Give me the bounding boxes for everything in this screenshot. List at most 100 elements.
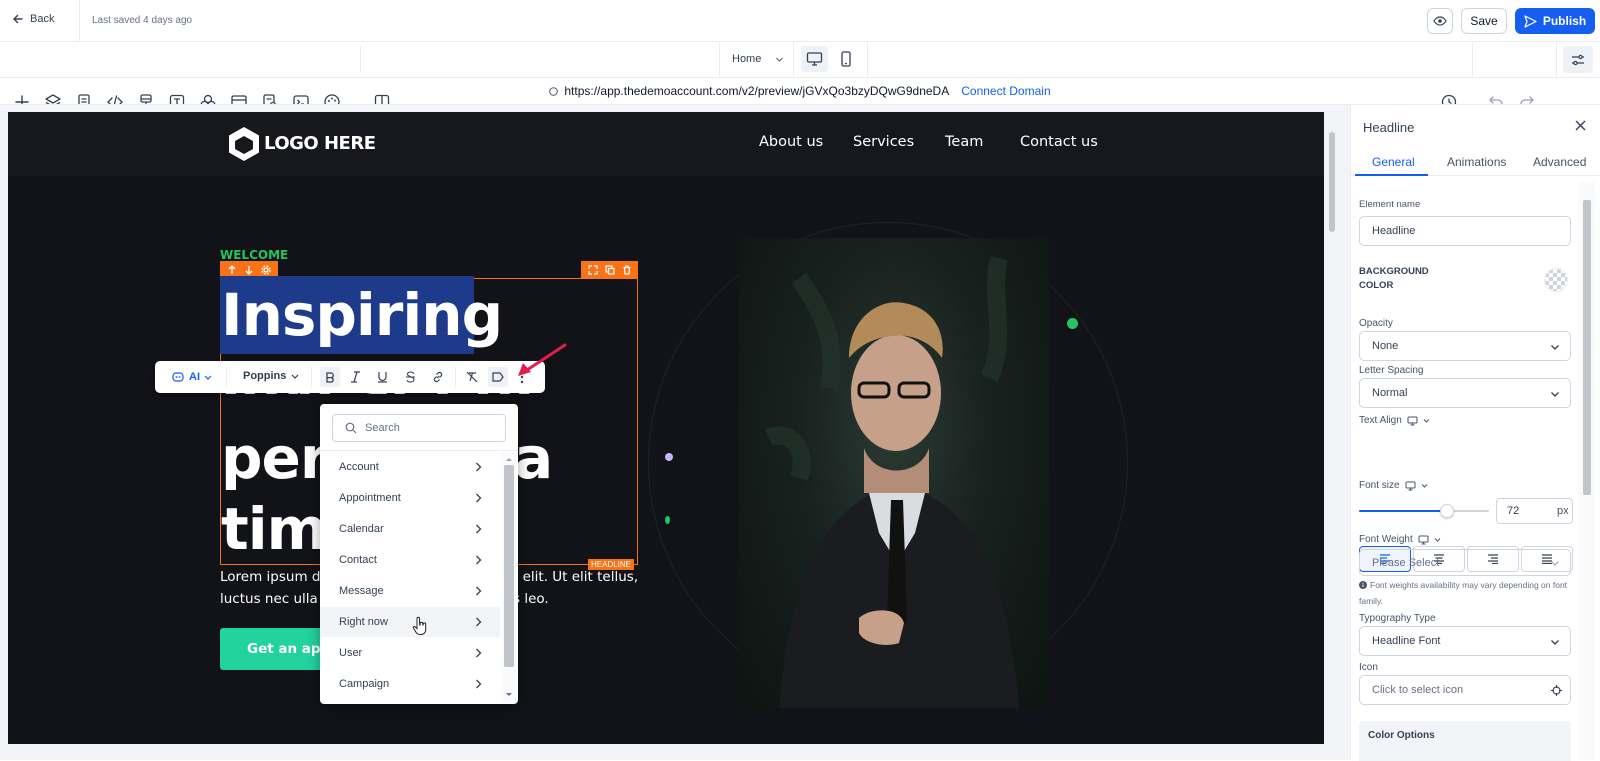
icon-label: Icon <box>1359 662 1378 673</box>
dropdown-item-account[interactable]: Account <box>320 452 500 482</box>
nav-services[interactable]: Services <box>853 134 914 150</box>
font-size-slider[interactable] <box>1359 504 1489 518</box>
preview-button[interactable] <box>1427 8 1453 34</box>
arrow-down-icon[interactable] <box>244 265 254 275</box>
copy-icon[interactable] <box>604 264 615 275</box>
chevron-down-icon[interactable] <box>1421 482 1428 489</box>
font-weight-select[interactable]: Please Select <box>1359 549 1571 576</box>
color-options-section[interactable]: Color Options <box>1359 721 1571 761</box>
divider <box>1556 42 1557 76</box>
dropdown-item-label: Contact <box>339 554 377 566</box>
nav-about[interactable]: About us <box>759 134 823 150</box>
dropdown-item-calendar[interactable]: Calendar <box>320 514 500 544</box>
chevron-right-icon <box>476 617 482 627</box>
slider-thumb[interactable] <box>1440 504 1454 518</box>
gear-icon[interactable] <box>261 264 271 275</box>
font-weight-note: Font weights availability may vary depen… <box>1359 580 1567 590</box>
publish-button[interactable]: Publish <box>1515 8 1595 34</box>
nav-team[interactable]: Team <box>945 134 983 150</box>
underline-icon[interactable] <box>377 371 388 383</box>
headline-line-3b: a <box>514 424 553 492</box>
ai-button[interactable]: AI <box>171 370 212 384</box>
link-icon[interactable] <box>432 371 444 383</box>
background-color-swatch[interactable] <box>1544 268 1568 292</box>
save-button[interactable]: Save <box>1461 8 1507 34</box>
opacity-select[interactable]: None <box>1359 331 1571 361</box>
chevron-right-icon <box>476 462 482 472</box>
logo-hexagon-icon <box>229 127 259 161</box>
panel-scrollbar[interactable] <box>1579 182 1595 760</box>
dropdown-item-right-now[interactable]: Right now <box>320 607 500 637</box>
dropdown-item-campaign[interactable]: Campaign <box>320 669 500 699</box>
bold-button[interactable] <box>320 367 340 387</box>
dropdown-item-message[interactable]: Message <box>320 576 500 606</box>
dropdown-item-user[interactable]: User <box>320 638 500 668</box>
custom-values-button[interactable] <box>488 367 508 387</box>
dropdown-item-label: Calendar <box>339 523 384 535</box>
connect-domain-link[interactable]: Connect Domain <box>961 84 1050 98</box>
close-icon[interactable] <box>1575 120 1586 131</box>
font-size-unit[interactable]: px <box>1557 505 1569 517</box>
letter-spacing-select[interactable]: Normal <box>1359 378 1571 408</box>
preview-url-bar: https://app.thedemoaccount.com/v2/previe… <box>0 77 1600 105</box>
expand-icon[interactable] <box>587 264 598 275</box>
font-size-header: Font size <box>1359 480 1428 491</box>
trash-icon[interactable] <box>622 264 632 275</box>
tab-animations[interactable]: Animations <box>1447 155 1506 169</box>
typography-type-select[interactable]: Headline Font <box>1359 626 1571 656</box>
settings-panel-toggle[interactable] <box>1563 46 1593 73</box>
italic-icon[interactable] <box>350 371 361 383</box>
desktop-icon[interactable] <box>1407 416 1418 426</box>
font-weight-header: Font Weight <box>1359 534 1441 545</box>
tab-advanced[interactable]: Advanced <box>1533 155 1586 169</box>
dropdown-scrollbar[interactable] <box>502 452 516 702</box>
mobile-view-button[interactable] <box>836 46 858 72</box>
clear-format-icon[interactable] <box>466 371 478 383</box>
divider <box>719 42 720 76</box>
strikethrough-icon[interactable] <box>405 371 416 383</box>
desktop-view-button[interactable] <box>801 46 828 72</box>
font-family-select[interactable]: Poppins <box>243 370 299 382</box>
desktop-icon[interactable] <box>1405 481 1416 491</box>
scroll-up-icon <box>506 458 512 461</box>
dropdown-item-appointment[interactable]: Appointment <box>320 483 500 513</box>
panel-scrollbar-thumb[interactable] <box>1583 200 1591 495</box>
publish-label: Publish <box>1542 14 1587 28</box>
dropdown-item-contact[interactable]: Contact <box>320 545 500 575</box>
globe-icon <box>549 86 559 96</box>
page-select[interactable]: Home <box>732 53 784 65</box>
search-placeholder: Search <box>365 422 400 434</box>
element-name-input[interactable]: Headline <box>1359 216 1571 246</box>
cta-button[interactable]: Get an app <box>220 628 330 670</box>
divider <box>1472 42 1473 76</box>
logo-text: LOGO HERE <box>264 133 376 154</box>
dropdown-search-input[interactable]: Search <box>332 414 506 442</box>
arrow-up-icon[interactable] <box>227 264 237 275</box>
chevron-right-icon <box>476 493 482 503</box>
chevron-down-icon[interactable] <box>1434 536 1441 543</box>
background-color-label-2: COLOR <box>1359 280 1394 291</box>
info-icon <box>1359 581 1367 589</box>
headline-line-1[interactable]: Inspiring <box>221 279 503 351</box>
back-label: Back <box>30 13 55 25</box>
chevron-down-icon <box>1551 640 1559 645</box>
desktop-icon <box>806 52 823 66</box>
dropdown-scrollbar-thumb[interactable] <box>504 465 514 667</box>
canvas-scrollbar[interactable] <box>1326 112 1338 744</box>
tab-general[interactable]: General <box>1372 155 1415 169</box>
scroll-down-icon <box>506 693 512 696</box>
chevron-down-icon[interactable] <box>1423 417 1430 424</box>
back-button[interactable]: Back <box>12 13 54 25</box>
active-tab-indicator <box>1355 174 1428 176</box>
scrollbar-thumb[interactable] <box>1329 132 1335 232</box>
nav-contact[interactable]: Contact us <box>1020 134 1098 150</box>
ai-bot-icon <box>172 372 184 382</box>
desktop-icon[interactable] <box>1418 535 1429 545</box>
font-size-input[interactable]: 72 px <box>1496 498 1573 524</box>
preview-url[interactable]: https://app.thedemoaccount.com/v2/previe… <box>564 84 949 98</box>
search-icon <box>345 422 357 434</box>
page-preview[interactable]: LOGO HERE About us Services Team Contact… <box>8 112 1324 744</box>
text-format-toolbar: AI Poppins <box>155 361 545 393</box>
icon-picker-input[interactable]: Click to select icon <box>1359 675 1571 705</box>
properties-panel: Headline General Animations Advanced Ele… <box>1350 105 1600 761</box>
